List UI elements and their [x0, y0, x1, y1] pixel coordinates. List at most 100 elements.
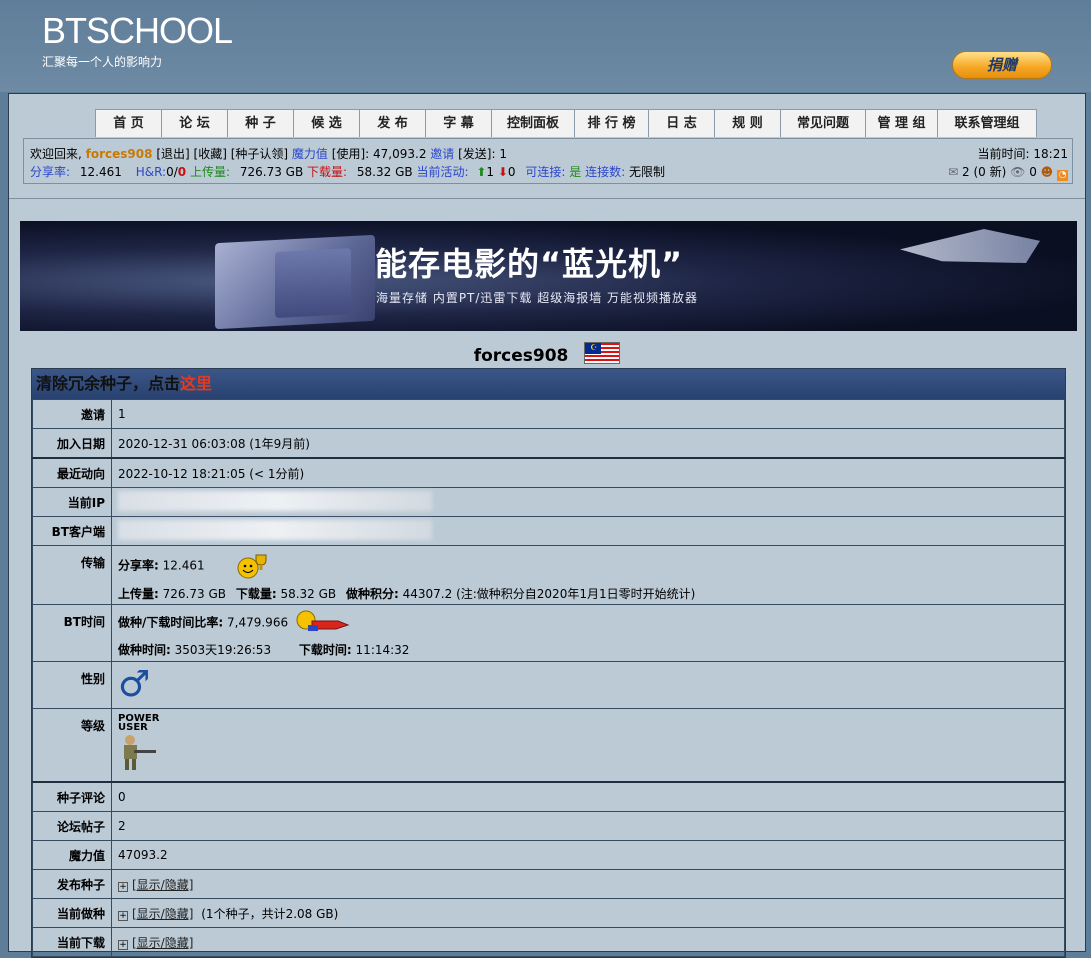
- invite-link[interactable]: 邀请: [430, 147, 454, 161]
- nav-offers[interactable]: 候 选: [293, 109, 360, 137]
- upload-label: 上传量:: [189, 165, 231, 179]
- row-label: 加入日期: [32, 428, 112, 459]
- upload-value: 726.73 GB: [239, 165, 304, 179]
- row-label: 论坛帖子: [32, 811, 112, 841]
- nav-control-panel[interactable]: 控制面板: [491, 109, 575, 137]
- expand-icon[interactable]: +: [118, 881, 128, 892]
- torrent-claim-link[interactable]: [种子认领]: [231, 147, 288, 161]
- logout-link[interactable]: [退出]: [156, 147, 189, 161]
- nav-faq[interactable]: 常见问题: [780, 109, 866, 137]
- arrow-down-icon: ⬇: [497, 165, 508, 179]
- active-seeding[interactable]: 1: [486, 165, 494, 179]
- last-seen-value: 2022-10-12 18:21:05 (< 1分前): [111, 457, 1065, 488]
- nav-torrents[interactable]: 种 子: [227, 109, 294, 137]
- nav-log[interactable]: 日 志: [648, 109, 715, 137]
- toggle-uploaded-link[interactable]: [显示/隐藏]: [132, 878, 193, 892]
- torrent-comments-value[interactable]: 0: [111, 781, 1065, 812]
- row-label: 最近动向: [32, 457, 112, 488]
- nav-forum[interactable]: 论 坛: [161, 109, 228, 137]
- main-nav: 首 页 论 坛 种 子 候 选 发 布 字 幕 控制面板 排 行 榜 日 志 规…: [95, 109, 1037, 137]
- flying-smiley-icon: [296, 610, 350, 631]
- info-line-2: 分享率: 12.461 H&R:0/0 上传量: 726.73 GB 下载量: …: [30, 163, 665, 180]
- main-container: 首 页 论 坛 种 子 候 选 发 布 字 幕 控制面板 排 行 榜 日 志 规…: [8, 93, 1086, 958]
- banner-title: 能存电影的“蓝光机”: [375, 245, 684, 283]
- friends-icon[interactable]: ☻: [1041, 165, 1054, 179]
- nav-home[interactable]: 首 页: [95, 109, 162, 137]
- seed-time-ratio-label: 做种/下载时间比率:: [118, 615, 224, 629]
- ip-value-blurred: [111, 487, 1065, 517]
- username-link[interactable]: forces908: [86, 147, 153, 161]
- nav-contact-staff[interactable]: 联系管理组: [937, 109, 1037, 137]
- bonus-value: 47093.2: [111, 840, 1065, 870]
- row-label: 传输: [32, 545, 112, 605]
- notice-link[interactable]: 这里: [180, 374, 212, 393]
- ad-banner[interactable]: 能存电影的“蓝光机” 海量存储 内置PT/迅雷下载 超级海报墙 万能视频播放器: [20, 221, 1077, 331]
- table-row: 性别 ♂: [32, 661, 1065, 709]
- row-label: 魔力值: [32, 840, 112, 870]
- row-label: BT时间: [32, 604, 112, 662]
- row-label: 发布种子: [32, 869, 112, 899]
- nav-subtitles[interactable]: 字 幕: [425, 109, 492, 137]
- leeching-cell: + [显示/隐藏]: [111, 927, 1065, 957]
- active-leeching[interactable]: 0: [508, 165, 516, 179]
- nav-staff[interactable]: 管 理 组: [865, 109, 938, 137]
- site-slogan: 汇聚每一个人的影响力: [42, 55, 163, 69]
- forum-posts-value[interactable]: 2: [111, 811, 1065, 841]
- trophy-smiley-icon: [237, 554, 267, 578]
- joined-value: 2020-12-31 06:03:08 (1年9月前): [111, 428, 1065, 459]
- client-value-blurred: [111, 516, 1065, 546]
- bonus-link[interactable]: 魔力值: [292, 147, 328, 161]
- table-row: BT时间 做种/下载时间比率: 7,479.966 做种时间: 3503天19:…: [32, 604, 1065, 662]
- table-row: 加入日期 2020-12-31 06:03:08 (1年9月前): [32, 428, 1065, 459]
- table-row: 发布种子 + [显示/隐藏]: [32, 869, 1065, 899]
- table-row: 论坛帖子 2: [32, 811, 1065, 841]
- connectable-value: 是: [569, 165, 582, 179]
- invite-value: 1: [111, 399, 1065, 429]
- uploaded-torrents-cell: + [显示/隐藏]: [111, 869, 1065, 899]
- site-logo-title[interactable]: BTSCHOOL: [42, 10, 233, 52]
- seed-points-label: 做种积分:: [345, 586, 399, 601]
- site-header: BTSCHOOL 汇聚每一个人的影响力 捐赠: [0, 0, 1091, 92]
- toggle-leeching-link[interactable]: [显示/隐藏]: [132, 936, 193, 950]
- bonus-use-link[interactable]: [使用]:: [332, 147, 369, 161]
- table-row: 最近动向 2022-10-12 18:21:05 (< 1分前): [32, 457, 1065, 488]
- seed-time-ratio-value: 7,479.966: [227, 615, 289, 629]
- upload-value: 726.73 GB: [162, 586, 226, 601]
- transfer-cell: 分享率: 12.461 上传量: 726.73 GB 下载量: 58.32 GB…: [111, 545, 1065, 605]
- male-icon: ♂: [118, 664, 151, 705]
- malaysia-flag-icon: ☪: [584, 342, 621, 364]
- rss-icon[interactable]: ◔: [1057, 170, 1068, 181]
- profile-username-row: forces908 ☪: [9, 342, 1085, 366]
- invite-send-link[interactable]: [发送]:: [458, 147, 495, 161]
- download-label: 下载量:: [307, 165, 348, 179]
- table-row: 传输 分享率: 12.461 上传量: 726.73 GB 下载量: 58.32…: [32, 545, 1065, 605]
- favorites-link[interactable]: [收藏]: [194, 147, 227, 161]
- bonus-value: 47,093.2: [373, 147, 427, 161]
- messages-count[interactable]: 2 (0 新): [962, 165, 1006, 179]
- nav-upload[interactable]: 发 布: [359, 109, 426, 137]
- seed-time-value: 3503天19:26:53: [174, 642, 272, 657]
- connectable-label: 可连接:: [525, 165, 566, 179]
- current-time: 当前时间: 18:21: [978, 145, 1068, 162]
- power-user-soldier-icon: [124, 735, 156, 770]
- mail-icon[interactable]: ✉: [948, 165, 958, 179]
- download-value: 58.32 GB: [356, 165, 413, 179]
- toggle-seeding-link[interactable]: [显示/隐藏]: [132, 907, 193, 921]
- hr-link[interactable]: H&R:: [136, 165, 166, 179]
- profile-username: forces908: [473, 346, 569, 366]
- nav-top10[interactable]: 排 行 榜: [574, 109, 649, 137]
- expand-icon[interactable]: +: [118, 939, 128, 950]
- donate-button[interactable]: 捐赠: [952, 51, 1052, 79]
- nav-rules[interactable]: 规 则: [714, 109, 781, 137]
- bookmarks-count[interactable]: 0: [1029, 165, 1037, 179]
- ratio-label: 分享率:: [30, 165, 71, 179]
- row-label: 当前IP: [32, 487, 112, 517]
- profile-notice: 清除冗余种子，点击这里: [32, 369, 1065, 399]
- info-line-1: 欢迎回来, forces908 [退出] [收藏] [种子认领] 魔力值 [使用…: [30, 145, 507, 162]
- active-label: 当前活动:: [416, 165, 469, 179]
- blurred-field: [118, 519, 432, 540]
- connections-value: 无限制: [628, 165, 665, 179]
- download-time-value: 11:14:32: [355, 642, 410, 657]
- eye-icon[interactable]: 👁: [1010, 165, 1025, 179]
- expand-icon[interactable]: +: [118, 910, 128, 921]
